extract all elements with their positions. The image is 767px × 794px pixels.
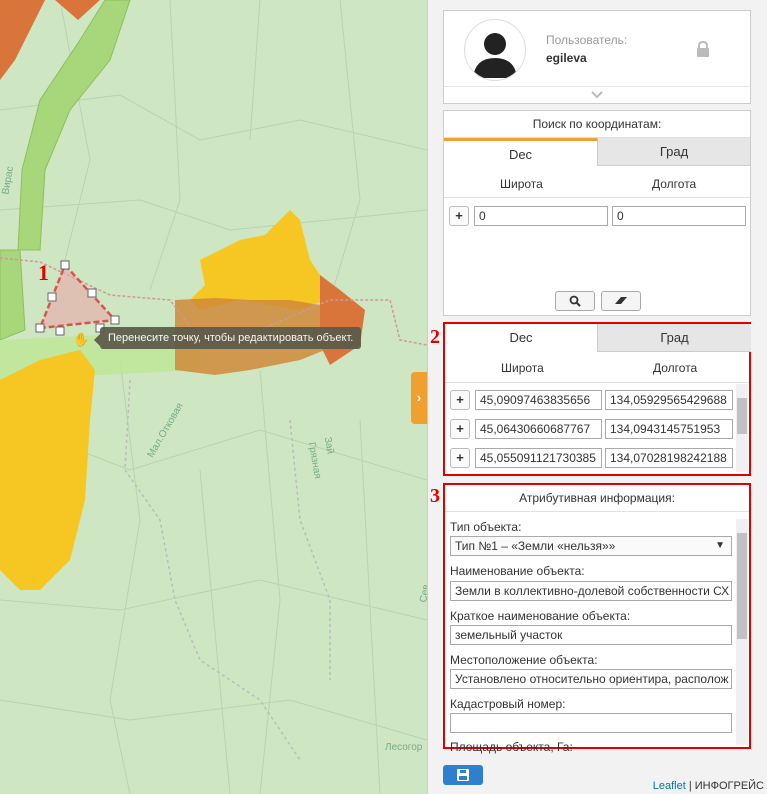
- side-panel: Пользователь: egileva Поиск по координат…: [427, 0, 767, 794]
- user-label: Пользователь:: [546, 33, 628, 47]
- coordinate-list-panel: Dec Град Широта Долгота + 45,09097463835…: [430, 322, 751, 476]
- map-attribution: Leaflet | ИНФОГРЕЙС: [653, 780, 764, 792]
- scroll-thumb[interactable]: [737, 533, 747, 639]
- map-view[interactable]: 1 ✋ Перенесите точку, чтобы редактироват…: [0, 0, 427, 794]
- latitude-input[interactable]: 45,06430660687767: [475, 419, 602, 439]
- object-type-select[interactable]: Тип №1 – «Земли «нельзя»» ▼: [450, 536, 732, 556]
- coordinate-list-scrollbar[interactable]: [736, 384, 748, 472]
- column-longitude: Долгота: [653, 361, 698, 375]
- attribution-separator: |: [685, 780, 695, 792]
- area-label: Площадь объекта, Га:: [450, 740, 573, 754]
- attributes-scrollbar[interactable]: [736, 519, 748, 745]
- object-name-label: Наименование объекта:: [450, 564, 585, 578]
- tab-grad[interactable]: Град: [597, 138, 750, 166]
- leaflet-link[interactable]: Leaflet: [653, 780, 686, 792]
- hand-cursor-icon: ✋: [73, 332, 90, 347]
- panel-toggle-button[interactable]: ›: [411, 372, 427, 424]
- search-button[interactable]: [555, 291, 595, 311]
- lock-icon[interactable]: [696, 40, 710, 60]
- annotation-2: 2: [430, 326, 440, 348]
- chevron-right-icon: ›: [416, 390, 422, 405]
- coordinate-search-panel: Поиск по координатам: Dec Град Широта До…: [443, 110, 751, 316]
- edit-tooltip: Перенесите точку, чтобы редактировать об…: [93, 327, 362, 349]
- longitude-input[interactable]: 0: [612, 206, 746, 226]
- object-name-input[interactable]: Земли в коллективно-долевой собственност…: [450, 581, 732, 601]
- coordinate-search-title: Поиск по координатам:: [444, 111, 750, 138]
- annotation-3: 3: [430, 485, 440, 507]
- object-type-label: Тип объекта:: [450, 520, 522, 534]
- short-name-input[interactable]: земельный участок: [450, 625, 732, 645]
- attributes-panel: 3 Атрибутивная информация: Тип объекта: …: [430, 483, 751, 754]
- column-latitude: Широта: [501, 361, 544, 375]
- add-point-button[interactable]: +: [449, 206, 469, 226]
- search-icon: [569, 295, 581, 307]
- coordinate-list-tabs: Dec Град: [445, 324, 751, 352]
- cadastral-number-label: Кадастровый номер:: [450, 697, 566, 711]
- coordinate-search-tabs: Dec Град: [444, 138, 750, 166]
- add-point-button[interactable]: +: [450, 419, 470, 439]
- tab-grad[interactable]: Град: [597, 324, 751, 352]
- short-name-label: Краткое наименование объекта:: [450, 609, 631, 623]
- map-canvas[interactable]: [0, 0, 427, 794]
- brand-name: ИНФОГРЕЙС: [694, 780, 764, 792]
- latitude-input[interactable]: 45,055091121730385: [475, 448, 602, 468]
- dropdown-arrow-icon: ▼: [715, 540, 725, 551]
- map-label-lesogor: Лесогор: [385, 742, 423, 753]
- object-type-value: Тип №1 – «Земли «нельзя»»: [455, 539, 616, 553]
- column-longitude: Долгота: [652, 177, 697, 191]
- scroll-thumb[interactable]: [737, 398, 747, 434]
- floppy-disk-icon: [457, 769, 469, 781]
- tab-dec[interactable]: Dec: [444, 138, 597, 166]
- eraser-icon: [615, 297, 627, 304]
- user-box: Пользователь: egileva: [443, 10, 751, 104]
- location-label: Местоположение объекта:: [450, 653, 598, 667]
- longitude-input[interactable]: 134,0943145751953: [605, 419, 733, 439]
- column-latitude: Широта: [500, 177, 543, 191]
- user-name: egileva: [546, 51, 587, 65]
- save-button[interactable]: [443, 765, 483, 785]
- latitude-input[interactable]: 0: [474, 206, 608, 226]
- tab-dec[interactable]: Dec: [445, 324, 597, 352]
- attributes-title: Атрибутивная информация:: [445, 485, 749, 512]
- longitude-input[interactable]: 134,07028198242188: [605, 448, 733, 468]
- user-avatar-icon: [464, 19, 526, 81]
- latitude-input[interactable]: 45,09097463835656: [475, 390, 602, 410]
- add-point-button[interactable]: +: [450, 390, 470, 410]
- expand-chevron-icon[interactable]: [444, 86, 750, 103]
- clear-button[interactable]: [601, 291, 641, 311]
- add-point-button[interactable]: +: [450, 448, 470, 468]
- annotation-1: 1: [38, 260, 49, 285]
- location-input[interactable]: Установлено относительно ориентира, расп…: [450, 669, 732, 689]
- cadastral-number-input[interactable]: [450, 713, 732, 733]
- longitude-input[interactable]: 134,05929565429688: [605, 390, 733, 410]
